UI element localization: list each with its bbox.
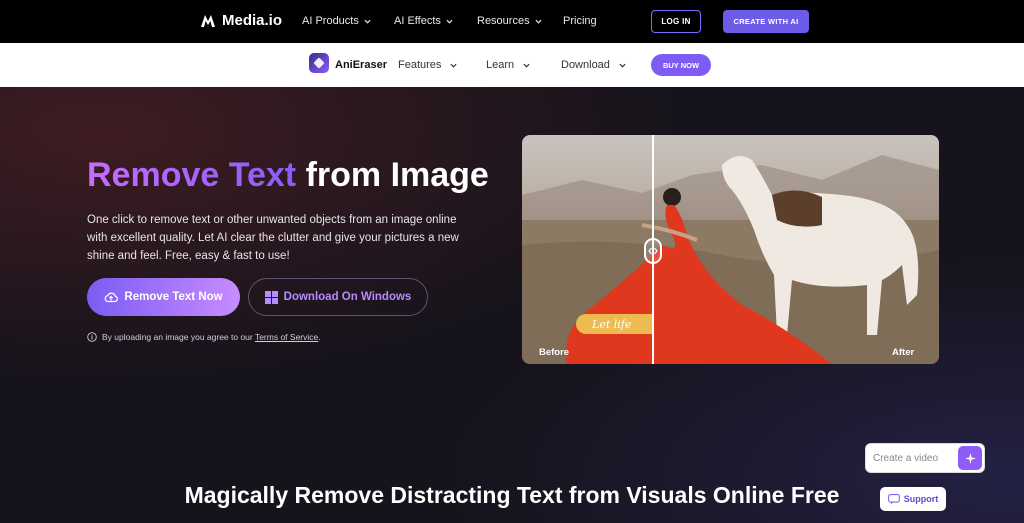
chevron-down-icon bbox=[446, 19, 453, 24]
sparkle-icon bbox=[964, 452, 976, 464]
chevron-down-icon bbox=[450, 63, 457, 68]
cloud-upload-icon bbox=[104, 292, 119, 303]
nav-label: Resources bbox=[477, 15, 530, 27]
nav-label: Pricing bbox=[563, 15, 597, 27]
code-arrows-icon bbox=[648, 247, 658, 255]
download-windows-label: Download On Windows bbox=[283, 291, 412, 303]
subnav-download[interactable]: Download bbox=[561, 59, 626, 71]
subnav-learn[interactable]: Learn bbox=[486, 59, 530, 71]
brand-logo[interactable]: Media.io bbox=[200, 12, 282, 29]
after-label: After bbox=[892, 347, 915, 358]
support-label: Support bbox=[903, 494, 939, 504]
chevron-down-icon bbox=[364, 19, 371, 24]
subnav-label: Download bbox=[561, 59, 610, 71]
overlay-text-sample: Let life bbox=[576, 314, 652, 334]
create-with-ai-button[interactable]: CREATE WITH AI bbox=[723, 10, 809, 33]
terms-notice: By uploading an image you agree to our T… bbox=[87, 332, 321, 342]
nav-label: AI Effects bbox=[394, 15, 441, 27]
remove-text-now-button[interactable]: Remove Text Now bbox=[87, 278, 240, 316]
windows-icon bbox=[264, 290, 278, 304]
subnav-label: Learn bbox=[486, 59, 515, 71]
hero-description: One click to remove text or other unwant… bbox=[87, 214, 459, 262]
nav-ai-effects[interactable]: AI Effects bbox=[394, 15, 453, 27]
hero-title-highlight: Remove Text bbox=[87, 156, 297, 194]
brand-name: Media.io bbox=[222, 12, 283, 29]
remove-text-now-label: Remove Text Now bbox=[124, 291, 223, 303]
media-io-logo-icon bbox=[201, 14, 215, 27]
support-button[interactable]: Support bbox=[880, 487, 946, 511]
login-button[interactable]: LOG IN bbox=[651, 10, 701, 33]
anieraser-logo-icon[interactable] bbox=[309, 53, 329, 73]
chevron-down-icon bbox=[619, 63, 626, 68]
chat-icon bbox=[887, 493, 900, 504]
terms-prefix: By uploading an image you agree to our bbox=[102, 332, 255, 342]
eraser-icon bbox=[313, 57, 325, 69]
info-icon bbox=[87, 332, 97, 342]
hero-title-rest: from Image bbox=[296, 156, 489, 194]
subnav-features[interactable]: Features bbox=[398, 59, 457, 71]
terms-of-service-link[interactable]: Terms of Service bbox=[255, 332, 318, 342]
hero-title: Remove Text from Image bbox=[87, 156, 489, 195]
nav-ai-products[interactable]: AI Products bbox=[302, 15, 371, 27]
download-windows-button[interactable]: Download On Windows bbox=[248, 278, 428, 316]
nav-resources[interactable]: Resources bbox=[477, 15, 542, 27]
nav-pricing[interactable]: Pricing bbox=[563, 15, 597, 27]
create-video-placeholder: Create a video bbox=[873, 452, 939, 464]
section-heading: Magically Remove Distracting Text from V… bbox=[184, 482, 840, 508]
chevron-down-icon bbox=[523, 63, 530, 68]
terms-suffix: . bbox=[318, 332, 321, 342]
subnav-label: Features bbox=[398, 59, 442, 71]
buy-now-button[interactable]: BUY NOW bbox=[651, 54, 711, 76]
nav-label: AI Products bbox=[302, 15, 359, 27]
compare-slider-handle[interactable] bbox=[644, 238, 662, 264]
product-name[interactable]: AniEraser bbox=[335, 59, 387, 71]
create-video-submit-button[interactable] bbox=[958, 446, 982, 470]
before-label: Before bbox=[539, 347, 570, 358]
chevron-down-icon bbox=[535, 19, 542, 24]
